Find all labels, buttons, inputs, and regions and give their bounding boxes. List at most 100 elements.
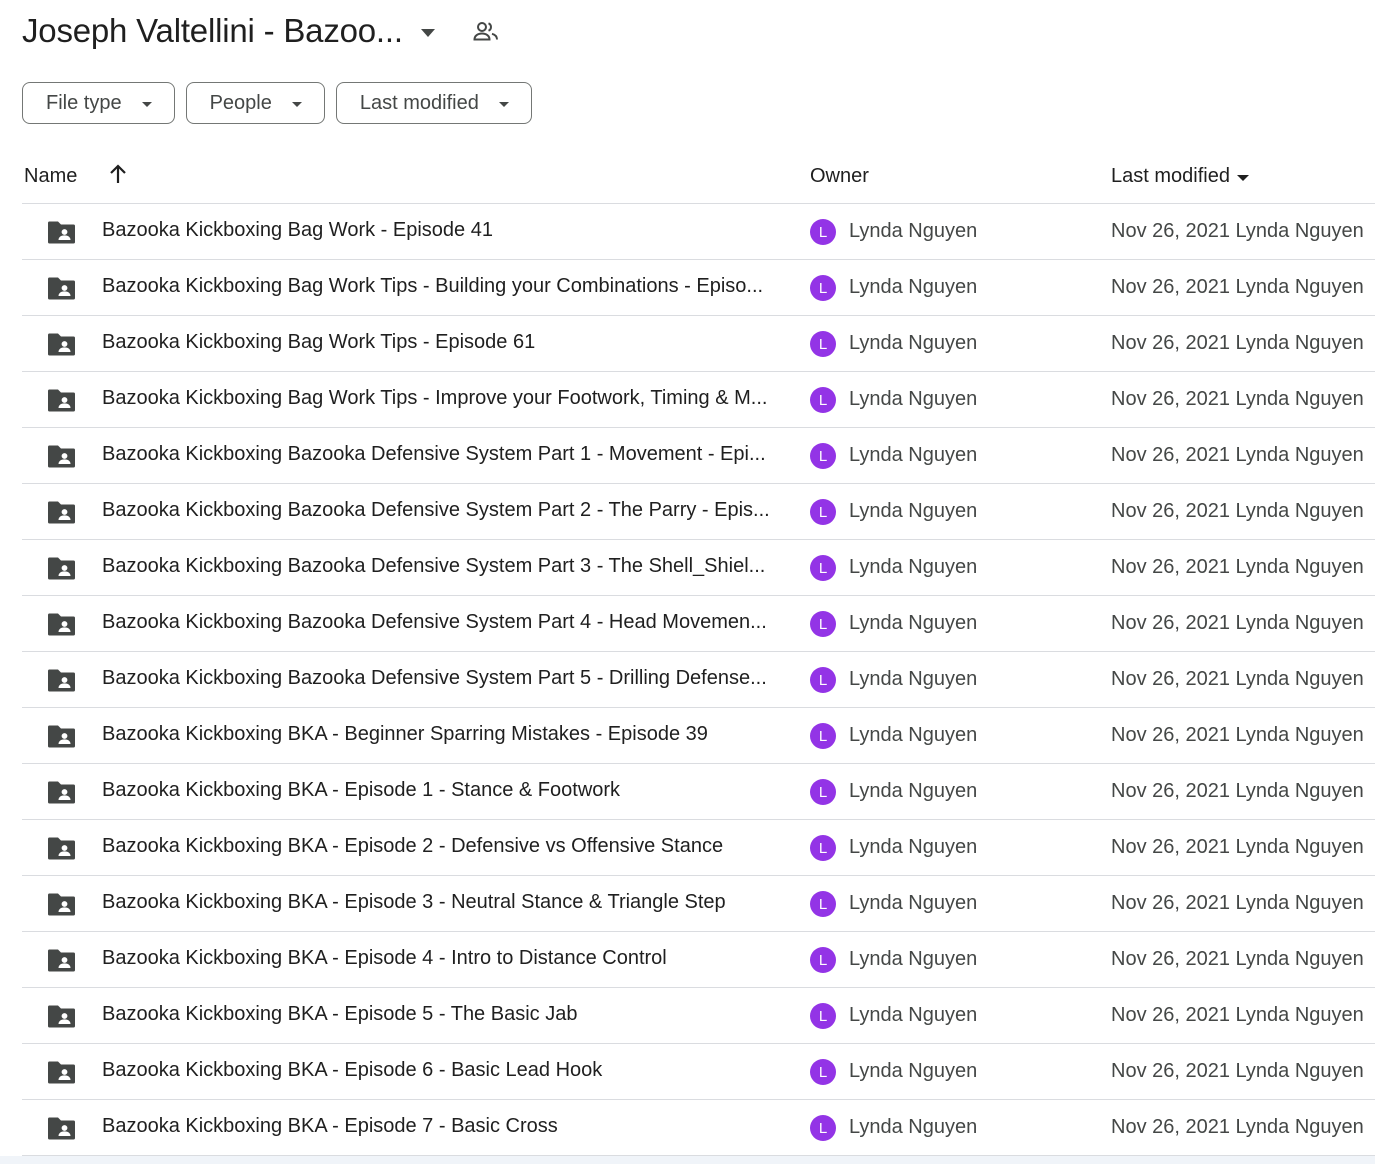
table-row[interactable]: Bazooka Kickboxing BKA - Episode 7 - Bas… <box>22 1100 1375 1156</box>
avatar: L <box>810 891 836 917</box>
filter-bar: File type People Last modified <box>22 82 532 124</box>
last-modified-value: Nov 26, 2021 Lynda Nguyen <box>1111 892 1364 914</box>
last-modified-value: Nov 26, 2021 Lynda Nguyen <box>1111 220 1364 242</box>
last-modified-value: Nov 26, 2021 Lynda Nguyen <box>1111 388 1364 410</box>
avatar: L <box>810 1003 836 1029</box>
file-name[interactable]: Bazooka Kickboxing Bazooka Defensive Sys… <box>102 611 782 634</box>
bottom-edge <box>0 1156 1375 1164</box>
file-name[interactable]: Bazooka Kickboxing Bag Work Tips - Episo… <box>102 331 782 354</box>
file-name[interactable]: Bazooka Kickboxing Bazooka Defensive Sys… <box>102 555 782 578</box>
chevron-down-icon <box>141 101 152 107</box>
table-row[interactable]: Bazooka Kickboxing Bag Work - Episode 41… <box>22 204 1375 260</box>
chevron-down-icon <box>498 101 509 107</box>
shared-folder-icon <box>47 668 76 692</box>
owner-name: Lynda Nguyen <box>849 220 978 242</box>
folder-title[interactable]: Joseph Valtellini - Bazoo... <box>22 12 403 50</box>
shared-folder-icon <box>47 948 76 972</box>
avatar: L <box>810 387 836 413</box>
file-name[interactable]: Bazooka Kickboxing BKA - Episode 1 - Sta… <box>102 779 782 802</box>
table-row[interactable]: Bazooka Kickboxing Bag Work Tips - Episo… <box>22 316 1375 372</box>
table-row[interactable]: Bazooka Kickboxing BKA - Episode 4 - Int… <box>22 932 1375 988</box>
last-modified-column-label: Last modified <box>1111 165 1230 187</box>
people-icon[interactable] <box>473 18 499 44</box>
table-header: Name Owner Last modified <box>22 150 1375 204</box>
file-name[interactable]: Bazooka Kickboxing BKA - Episode 5 - The… <box>102 1003 782 1026</box>
avatar: L <box>810 331 836 357</box>
last-modified-value: Nov 26, 2021 Lynda Nguyen <box>1111 500 1364 522</box>
last-modified-value: Nov 26, 2021 Lynda Nguyen <box>1111 276 1364 298</box>
shared-folder-icon <box>47 612 76 636</box>
shared-folder-icon <box>47 276 76 300</box>
shared-folder-icon <box>47 1004 76 1028</box>
last-modified-value: Nov 26, 2021 Lynda Nguyen <box>1111 948 1364 970</box>
title-dropdown-icon[interactable] <box>420 29 435 37</box>
avatar: L <box>810 947 836 973</box>
table-row[interactable]: Bazooka Kickboxing BKA - Episode 1 - Sta… <box>22 764 1375 820</box>
file-name[interactable]: Bazooka Kickboxing BKA - Episode 6 - Bas… <box>102 1059 782 1082</box>
avatar: L <box>810 611 836 637</box>
file-name[interactable]: Bazooka Kickboxing Bazooka Defensive Sys… <box>102 443 782 466</box>
avatar: L <box>810 275 836 301</box>
avatar: L <box>810 1115 836 1141</box>
arrow-up-icon[interactable] <box>108 163 128 191</box>
chevron-down-icon <box>291 101 302 107</box>
file-name[interactable]: Bazooka Kickboxing BKA - Episode 2 - Def… <box>102 835 782 858</box>
owner-name: Lynda Nguyen <box>849 892 978 914</box>
file-name[interactable]: Bazooka Kickboxing Bag Work - Episode 41 <box>102 219 782 242</box>
file-name[interactable]: Bazooka Kickboxing Bag Work Tips - Impro… <box>102 387 782 410</box>
table-row[interactable]: Bazooka Kickboxing BKA - Episode 5 - The… <box>22 988 1375 1044</box>
owner-name: Lynda Nguyen <box>849 500 978 522</box>
owner-name: Lynda Nguyen <box>849 948 978 970</box>
table-row[interactable]: Bazooka Kickboxing BKA - Episode 3 - Neu… <box>22 876 1375 932</box>
file-name[interactable]: Bazooka Kickboxing Bazooka Defensive Sys… <box>102 667 782 690</box>
owner-name: Lynda Nguyen <box>849 276 978 298</box>
owner-name: Lynda Nguyen <box>849 388 978 410</box>
file-type-filter[interactable]: File type <box>22 82 175 124</box>
shared-folder-icon <box>47 724 76 748</box>
table-row[interactable]: Bazooka Kickboxing Bazooka Defensive Sys… <box>22 428 1375 484</box>
shared-folder-icon <box>47 1116 76 1140</box>
file-name[interactable]: Bazooka Kickboxing BKA - Episode 3 - Neu… <box>102 891 782 914</box>
file-name[interactable]: Bazooka Kickboxing BKA - Episode 7 - Bas… <box>102 1115 782 1138</box>
file-name[interactable]: Bazooka Kickboxing BKA - Beginner Sparri… <box>102 723 782 746</box>
table-row[interactable]: Bazooka Kickboxing BKA - Episode 6 - Bas… <box>22 1044 1375 1100</box>
shared-folder-icon <box>47 500 76 524</box>
table-row[interactable]: Bazooka Kickboxing Bazooka Defensive Sys… <box>22 652 1375 708</box>
table-row[interactable]: Bazooka Kickboxing Bag Work Tips - Impro… <box>22 372 1375 428</box>
caret-down-icon <box>1236 174 1249 181</box>
table-row[interactable]: Bazooka Kickboxing BKA - Episode 2 - Def… <box>22 820 1375 876</box>
last-modified-filter[interactable]: Last modified <box>335 82 532 124</box>
shared-folder-icon <box>47 836 76 860</box>
owner-name: Lynda Nguyen <box>849 1116 978 1138</box>
owner-column-header: Owner <box>810 165 869 187</box>
table-row[interactable]: Bazooka Kickboxing Bazooka Defensive Sys… <box>22 540 1375 596</box>
file-name[interactable]: Bazooka Kickboxing Bazooka Defensive Sys… <box>102 499 782 522</box>
owner-name: Lynda Nguyen <box>849 780 978 802</box>
shared-folder-icon <box>47 1060 76 1084</box>
file-name[interactable]: Bazooka Kickboxing Bag Work Tips - Build… <box>102 275 782 298</box>
owner-name: Lynda Nguyen <box>849 444 978 466</box>
shared-folder-icon <box>47 220 76 244</box>
people-filter[interactable]: People <box>185 82 325 124</box>
owner-name: Lynda Nguyen <box>849 724 978 746</box>
owner-name: Lynda Nguyen <box>849 1004 978 1026</box>
avatar: L <box>810 1059 836 1085</box>
shared-folder-icon <box>47 444 76 468</box>
folder-header: Joseph Valtellini - Bazoo... <box>22 6 499 56</box>
avatar: L <box>810 835 836 861</box>
last-modified-value: Nov 26, 2021 Lynda Nguyen <box>1111 1060 1364 1082</box>
file-name[interactable]: Bazooka Kickboxing BKA - Episode 4 - Int… <box>102 947 782 970</box>
owner-name: Lynda Nguyen <box>849 1060 978 1082</box>
table-row[interactable]: Bazooka Kickboxing Bag Work Tips - Build… <box>22 260 1375 316</box>
table-row[interactable]: Bazooka Kickboxing Bazooka Defensive Sys… <box>22 596 1375 652</box>
last-modified-value: Nov 26, 2021 Lynda Nguyen <box>1111 668 1364 690</box>
last-modified-value: Nov 26, 2021 Lynda Nguyen <box>1111 444 1364 466</box>
people-filter-label: People <box>209 91 272 114</box>
table-row[interactable]: Bazooka Kickboxing Bazooka Defensive Sys… <box>22 484 1375 540</box>
table-row[interactable]: Bazooka Kickboxing BKA - Beginner Sparri… <box>22 708 1375 764</box>
owner-name: Lynda Nguyen <box>849 332 978 354</box>
name-column-header[interactable]: Name <box>24 165 77 188</box>
last-modified-value: Nov 26, 2021 Lynda Nguyen <box>1111 556 1364 578</box>
last-modified-column-header[interactable]: Last modified <box>1111 165 1249 188</box>
last-modified-filter-label: Last modified <box>359 91 479 114</box>
